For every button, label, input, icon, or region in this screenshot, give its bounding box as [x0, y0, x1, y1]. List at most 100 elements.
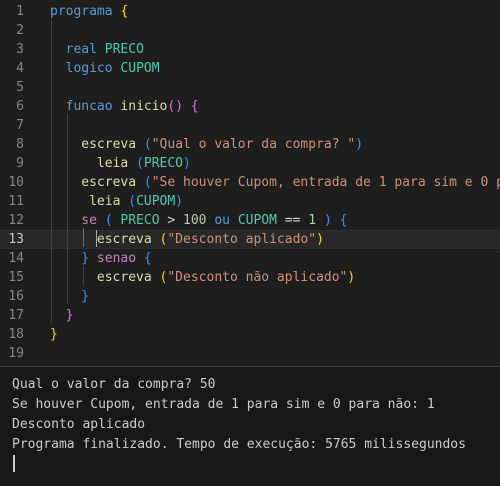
- code-line[interactable]: 14} senao {: [0, 249, 500, 268]
- code-line[interactable]: 16}: [0, 287, 500, 306]
- code-text: }: [66, 306, 74, 325]
- code-token: (): [167, 99, 184, 114]
- code-text: programa {: [50, 2, 128, 21]
- code-token: senao: [96, 251, 137, 266]
- code-text: escreva ("Desconto não aplicado"): [97, 268, 355, 287]
- code-token: CUPOM: [136, 194, 176, 209]
- line-number[interactable]: 14: [0, 249, 24, 268]
- code-line[interactable]: 5: [0, 78, 500, 97]
- code-token: ): [355, 137, 364, 152]
- line-number[interactable]: 8: [0, 135, 24, 154]
- code-line[interactable]: 13 escreva ("Desconto aplicado"): [0, 230, 500, 249]
- line-number[interactable]: 2: [0, 21, 24, 40]
- line-number[interactable]: 15: [0, 268, 24, 287]
- code-token: >: [159, 213, 184, 228]
- code-line[interactable]: 9 leia (PRECO): [0, 154, 500, 173]
- code-token: (: [143, 175, 152, 190]
- line-number[interactable]: 13: [0, 230, 24, 249]
- line-number[interactable]: 3: [0, 40, 24, 59]
- code-token: ou: [214, 213, 230, 228]
- code-token: }: [81, 289, 90, 304]
- line-number[interactable]: 18: [0, 325, 24, 344]
- code-line[interactable]: 18}: [0, 325, 500, 344]
- code-token: "Qual o valor da compra? ": [151, 137, 356, 152]
- line-number[interactable]: 17: [0, 306, 24, 325]
- code-line[interactable]: 19: [0, 344, 500, 363]
- line-number[interactable]: 7: [0, 116, 24, 135]
- code-token: ): [323, 213, 332, 228]
- terminal-line: Desconto aplicado: [12, 417, 146, 432]
- line-number[interactable]: 16: [0, 287, 24, 306]
- line-number[interactable]: 6: [0, 97, 24, 116]
- terminal-line: Qual o valor da compra? 50: [12, 377, 216, 392]
- code-text: }: [50, 325, 58, 344]
- code-line[interactable]: 6 funcao inicio() {: [0, 97, 500, 116]
- code-text: leia (PRECO): [97, 154, 191, 173]
- code-text: } senao {: [81, 249, 151, 268]
- code-token: {: [339, 213, 348, 228]
- code-token: 1: [308, 213, 317, 228]
- code-line[interactable]: 3 real PRECO: [0, 40, 500, 59]
- code-text: escreva ("Qual o valor da compra? "): [81, 135, 363, 154]
- text-cursor: [96, 230, 97, 247]
- code-text: real PRECO: [66, 40, 144, 59]
- code-token: ): [347, 270, 356, 285]
- code-token: {: [190, 99, 199, 114]
- code-line[interactable]: 12 se ( PRECO > 100 ou CUPOM == 1 ) {: [0, 211, 500, 230]
- code-line[interactable]: 15 escreva ("Desconto não aplicado"): [0, 268, 500, 287]
- code-text: escreva ("Desconto aplicado"): [97, 230, 324, 249]
- line-number[interactable]: 10: [0, 173, 24, 192]
- code-line[interactable]: 11 leia (CUPOM): [0, 192, 500, 211]
- line-number[interactable]: 11: [0, 192, 24, 211]
- code-line[interactable]: 8 escreva ("Qual o valor da compra? "): [0, 135, 500, 154]
- line-number[interactable]: 4: [0, 59, 24, 78]
- code-token: real: [65, 42, 97, 57]
- code-token: {: [143, 251, 152, 266]
- code-text: se ( PRECO > 100 ou CUPOM == 1 ) {: [81, 211, 347, 230]
- code-line[interactable]: 4 logico CUPOM: [0, 59, 500, 78]
- code-token: escreva: [81, 175, 137, 190]
- code-token: CUPOM: [237, 213, 277, 228]
- terminal-panel[interactable]: Qual o valor da compra? 50 Se houver Cup…: [0, 367, 500, 486]
- code-editor[interactable]: 1 programa {2 3 real PRECO 4 logico CUPOM 5 6 fu…: [0, 0, 500, 366]
- code-token: PRECO: [104, 42, 144, 57]
- code-token: ==: [276, 213, 309, 228]
- line-number[interactable]: 5: [0, 78, 24, 97]
- indent-guide: [83, 228, 84, 247]
- code-token: "Desconto aplicado": [167, 232, 317, 247]
- code-token: escreva: [81, 137, 137, 152]
- code-line[interactable]: 10 escreva ("Se houver Cupom, entrada de …: [0, 173, 500, 192]
- code-token: }: [81, 251, 90, 266]
- code-token: inicio: [120, 99, 168, 114]
- line-number[interactable]: 1: [0, 2, 24, 21]
- line-number[interactable]: 19: [0, 344, 24, 363]
- code-line[interactable]: 2: [0, 21, 500, 40]
- code-token: }: [65, 308, 74, 323]
- indent-guide: [83, 266, 84, 285]
- code-line[interactable]: 17}: [0, 306, 500, 325]
- code-token: "Desconto não aplicado": [167, 270, 348, 285]
- code-token: 100: [183, 213, 207, 228]
- code-token: programa: [50, 4, 113, 19]
- line-number[interactable]: 9: [0, 154, 24, 173]
- code-token: PRECO: [120, 213, 160, 228]
- code-token: escreva: [96, 232, 152, 247]
- code-token: se: [81, 213, 97, 228]
- code-token: PRECO: [143, 156, 184, 171]
- code-token: (: [143, 137, 152, 152]
- code-token: ): [183, 156, 191, 171]
- code-text: leia (CUPOM): [89, 192, 183, 211]
- code-line[interactable]: 1 programa {: [0, 2, 500, 21]
- line-number[interactable]: 12: [0, 211, 24, 230]
- terminal-line: Programa finalizado. Tempo de execução: …: [12, 437, 466, 452]
- code-line[interactable]: 7: [0, 116, 500, 135]
- indent-guide: [51, 19, 52, 323]
